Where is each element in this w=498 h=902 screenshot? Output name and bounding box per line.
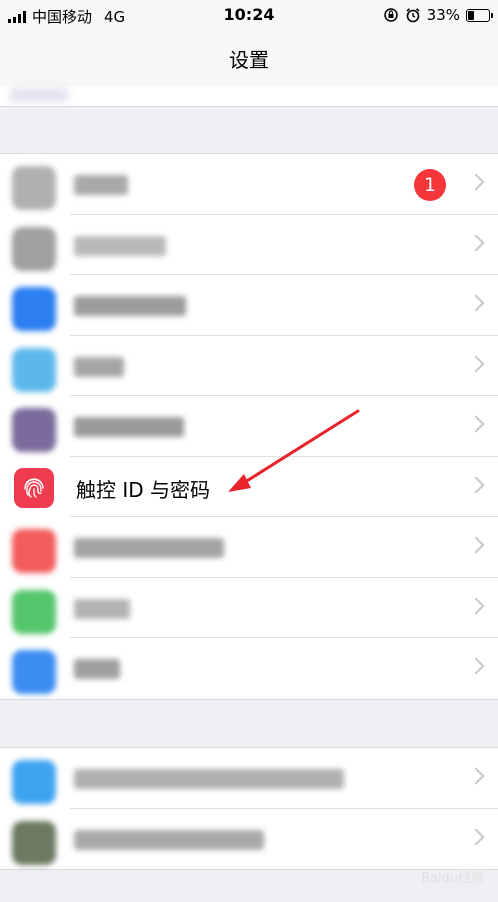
page-title: 设置	[229, 48, 269, 72]
settings-row-4[interactable]	[0, 336, 498, 396]
touch-id-label: 触控 ID 与密码	[76, 477, 211, 502]
watermark-text: Baidu经验	[421, 871, 484, 886]
blurred-app-icon	[12, 650, 56, 694]
rotation-lock-icon	[383, 8, 398, 22]
blurred-label	[74, 356, 124, 377]
settings-row-8[interactable]	[0, 578, 498, 638]
top-partial-row[interactable]	[0, 86, 498, 107]
notification-badge: 1	[414, 169, 446, 201]
blurred-app-icon	[12, 287, 56, 331]
blurred-app-icon	[12, 166, 56, 210]
blurred-app-icon	[12, 347, 56, 392]
blurred-label	[74, 175, 128, 195]
settings-row-account[interactable]: 1	[0, 154, 498, 215]
settings-row-9[interactable]	[0, 638, 498, 699]
settings-row-10[interactable]	[0, 748, 498, 809]
blurred-label	[74, 417, 184, 437]
status-bar: 中国移动 4G 10:24 33%	[0, 0, 498, 32]
settings-row-touch-id[interactable]: 触控 ID 与密码	[0, 457, 498, 517]
settings-row-5[interactable]	[0, 396, 498, 457]
settings-row-11[interactable]	[0, 809, 498, 870]
blurred-label	[74, 659, 120, 679]
blurred-app-icon	[12, 226, 56, 271]
alarm-icon	[406, 8, 420, 23]
settings-row-7[interactable]	[0, 517, 498, 578]
blurred-app-icon	[12, 529, 56, 573]
chevron-right-icon	[467, 828, 485, 845]
battery-icon	[466, 8, 493, 22]
status-right: 33%	[383, 6, 493, 24]
chevron-right-icon	[467, 355, 485, 372]
blurred-label	[74, 296, 186, 316]
chevron-right-icon	[467, 234, 485, 251]
chevron-right-icon	[467, 294, 485, 312]
chevron-right-icon	[467, 597, 485, 614]
blurred-label	[74, 538, 224, 558]
settings-group-2	[0, 747, 498, 870]
chevron-right-icon	[467, 476, 485, 493]
blurred-label	[74, 235, 166, 256]
chevron-right-icon	[467, 536, 485, 554]
navigation-bar: 设置	[0, 32, 498, 86]
blurred-content	[10, 88, 68, 102]
battery-level-fill	[468, 10, 474, 20]
settings-row-2[interactable]	[0, 215, 498, 275]
settings-group-1: 1 触控 ID 与密码	[0, 153, 498, 700]
blurred-label	[74, 769, 344, 789]
blurred-label	[74, 829, 264, 850]
fingerprint-glyph	[24, 477, 44, 498]
blurred-app-icon	[12, 589, 56, 634]
chevron-right-icon	[467, 767, 485, 785]
settings-row-3[interactable]	[0, 275, 498, 336]
fingerprint-icon	[14, 467, 54, 508]
chevron-right-icon	[467, 415, 485, 433]
blurred-app-icon	[12, 760, 56, 804]
battery-percent: 33%	[426, 6, 460, 24]
blurred-app-icon	[12, 820, 56, 865]
chevron-right-icon	[467, 173, 485, 191]
blurred-label	[74, 598, 130, 619]
chevron-right-icon	[467, 657, 485, 675]
blurred-app-icon	[12, 408, 56, 452]
